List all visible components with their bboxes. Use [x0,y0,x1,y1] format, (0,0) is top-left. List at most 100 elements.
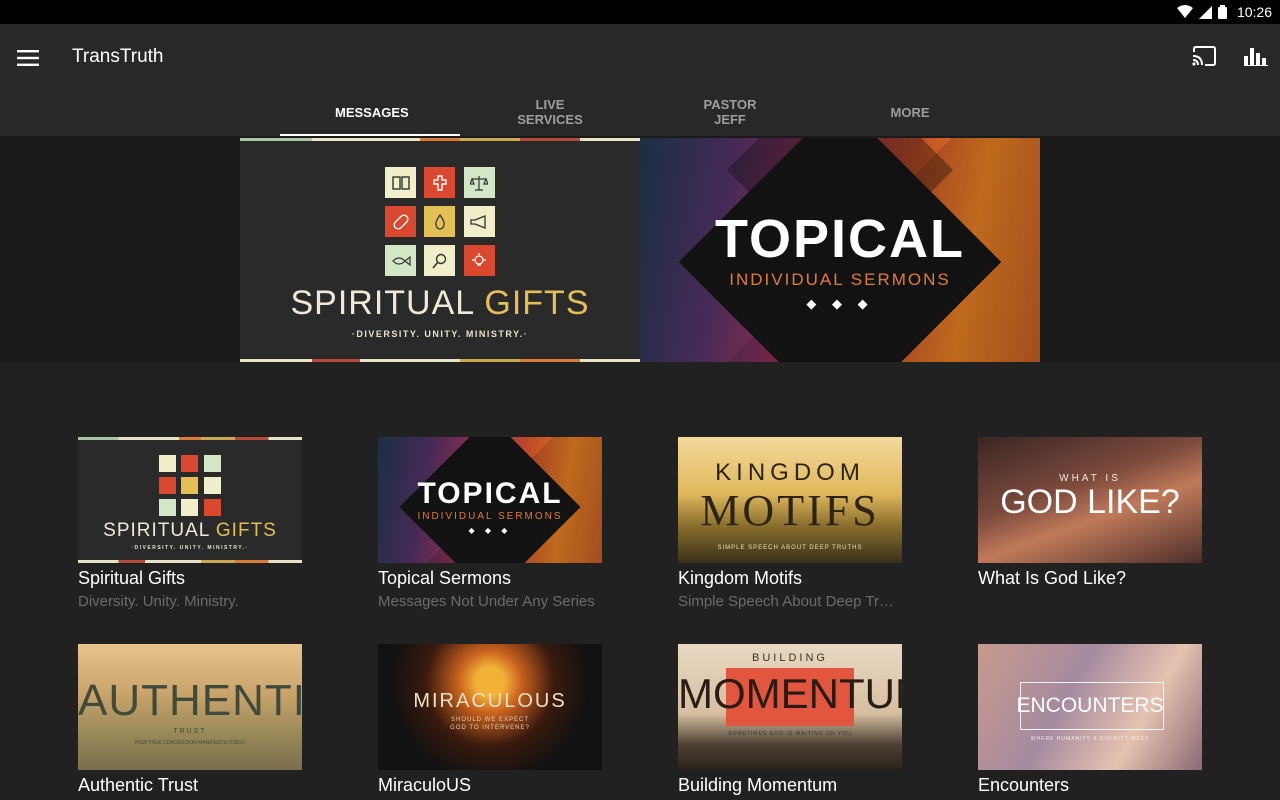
thumbnail-title-line1: AUTHENTIC [78,676,302,725]
thumbnail-subtitle: WHERE HUMANITY & DIVINITY MEET [1030,736,1150,742]
thumbnail-subtitle: SHOULD WE EXPECT [450,717,529,723]
signal-icon [1198,5,1212,19]
series-thumbnail: MIRACULOUS SHOULD WE EXPECT GOD TO INTER… [378,644,602,770]
menu-button[interactable] [10,40,46,76]
wifi-icon [1176,5,1193,18]
series-subtitle: Messages Not Under Any Series [378,593,595,610]
thumbnail-title-line1: BUILDING [752,652,828,664]
thumbnail-subtitle: SOMETIMES GOD IS WAITING ON YOU [728,731,852,737]
fish-icon [385,245,416,276]
thumbnail-title-line2: MOMENTUM [678,670,902,717]
scales-icon [463,167,495,198]
thumbnail-subtitle: GOD TO INTERVENE? [450,725,530,731]
app-title: TransTruth [72,46,164,67]
flame-icon [181,477,199,494]
thumbnail-title-line2: GOD LIKE? [1000,483,1180,521]
series-card[interactable]: AUTHENTIC TRUST HOW TRUE CONVERSION MANI… [78,644,302,796]
decorative-bar [240,138,640,141]
lightbulb-icon [203,499,221,516]
featured-topical[interactable]: TOPICAL INDIVIDUAL SERMONS ◆ ◆ ◆ [640,138,1040,362]
cast-button[interactable] [1186,38,1222,74]
megaphone-icon [203,477,221,494]
series-card[interactable]: SPIRITUAL GIFTS ·DIVERSITY. UNITY. MINIS… [78,437,302,610]
series-title: Spiritual Gifts [78,568,186,588]
lightbulb-icon [463,245,495,276]
thumbnail-title: SPIRITUAL GIFTS [103,520,277,541]
fish-icon [159,499,176,516]
series-card[interactable]: MIRACULOUS SHOULD WE EXPECT GOD TO INTER… [378,644,602,796]
series-card[interactable]: ENCOUNTERS WHERE HUMANITY & DIVINITY MEE… [978,644,1202,796]
tab-pastor-jeff[interactable]: PASTOR JEFF [640,88,820,136]
featured-spiritual-gifts[interactable]: SPIRITUAL GIFTS ·DIVERSITY. UNITY. MINIS… [240,138,640,362]
cross-icon [424,167,456,198]
thumbnail-title: ENCOUNTERS [1016,694,1164,717]
series-title: Authentic Trust [78,775,199,795]
featured-carousel: SPIRITUAL GIFTS ·DIVERSITY. UNITY. MINIS… [0,136,1280,362]
topical-art-subtitle: INDIVIDUAL SERMONS [729,270,951,289]
series-card[interactable]: WHAT IS GOD LIKE? What Is God Like? [978,437,1202,593]
thumbnail-title: MIRACULOUS [413,690,567,712]
series-thumbnail: SPIRITUAL GIFTS ·DIVERSITY. UNITY. MINIS… [78,437,302,563]
tab-messages[interactable]: MESSAGES [280,88,460,136]
spiritual-gifts-art-title: SPIRITUAL GIFTS [290,284,590,322]
series-thumbnail: ENCOUNTERS WHERE HUMANITY & DIVINITY MEE… [978,644,1202,770]
thumbnail-subtitle: HOW TRUE CONVERSION MANIFESTS ITSELF [134,740,246,746]
decorative-bar [78,437,302,440]
magnifier-icon [424,245,456,276]
magnifier-icon [181,499,199,516]
series-thumbnail: BUILDING MOMENTUM SOMETIMES GOD IS WAITI… [678,644,902,770]
tab-bar: MESSAGES LIVE SERVICES PASTOR JEFF MORE [280,88,1000,136]
series-title: Encounters [978,775,1070,795]
spiritual-gifts-art-subtitle: ·DIVERSITY. UNITY. MINISTRY.· [351,329,529,339]
gifts-icon-grid [385,167,495,276]
scales-icon [203,455,221,472]
thumbnail-subtitle: INDIVIDUAL SERMONS [417,511,563,522]
series-subtitle: Simple Speech About Deep Trut... [678,593,902,610]
tab-label: PASTOR JEFF [703,97,757,127]
cast-icon [1192,46,1216,66]
status-bar: 10:26 [0,0,1280,24]
thumbnail-subtitle: SIMPLE SPEECH ABOUT DEEP TRUTHS [717,545,863,551]
series-card[interactable]: BUILDING MOMENTUM SOMETIMES GOD IS WAITI… [678,644,902,796]
topical-art-title: TOPICAL [714,209,965,269]
bar-chart-icon [1244,48,1268,66]
thumbnail-title: TOPICAL [417,477,563,510]
stats-button[interactable] [1238,38,1274,74]
thumbnail-title-line2: MOTIFS [700,486,880,535]
thumbnail-subtitle: ·DIVERSITY. UNITY. MINISTRY.· [131,545,249,551]
book-icon [385,167,416,198]
thumbnail-dots: ◆ ◆ ◆ [468,526,512,535]
series-title: Kingdom Motifs [678,568,803,588]
tab-more[interactable]: MORE [820,88,1000,136]
series-thumbnail: AUTHENTIC TRUST HOW TRUE CONVERSION MANI… [78,644,302,770]
gifts-icon-grid [159,455,221,516]
flame-icon [424,206,456,237]
series-thumbnail: KINGDOM MOTIFS SIMPLE SPEECH ABOUT DEEP … [678,437,902,563]
app-bar: TransTruth MESSAGES LIVE SERVICES PASTOR… [0,24,1280,136]
topical-art-dots: ◆ ◆ ◆ [806,296,874,311]
decorative-bar [78,560,302,563]
series-title: Topical Sermons [378,568,512,588]
series-subtitle: Diversity. Unity. Ministry. [78,593,239,610]
tab-label: MORE [890,104,930,120]
battery-icon [1217,5,1227,19]
series-title: Building Momentum [678,775,838,795]
tab-label: MESSAGES [335,104,409,120]
series-card[interactable]: TOPICAL INDIVIDUAL SERMONS ◆ ◆ ◆ Topical… [378,437,602,610]
book-icon [159,455,176,472]
series-title: MiraculoUS [378,775,472,795]
series-thumbnail: WHAT IS GOD LIKE? [978,437,1202,563]
series-title: What Is God Like? [978,568,1127,588]
decorative-bar [240,359,640,362]
megaphone-icon [463,206,495,237]
series-thumbnail: TOPICAL INDIVIDUAL SERMONS ◆ ◆ ◆ [378,437,602,563]
cross-icon [181,455,199,472]
bandage-icon [159,477,176,494]
series-card[interactable]: KINGDOM MOTIFS SIMPLE SPEECH ABOUT DEEP … [678,437,902,610]
tab-label: LIVE SERVICES [517,97,583,127]
tab-live-services[interactable]: LIVE SERVICES [460,88,640,136]
thumbnail-title-line1: KINGDOM [715,459,865,486]
status-time: 10:26 [1236,4,1272,20]
menu-icon [17,50,39,66]
thumbnail-title-line2: TRUST [173,728,207,735]
